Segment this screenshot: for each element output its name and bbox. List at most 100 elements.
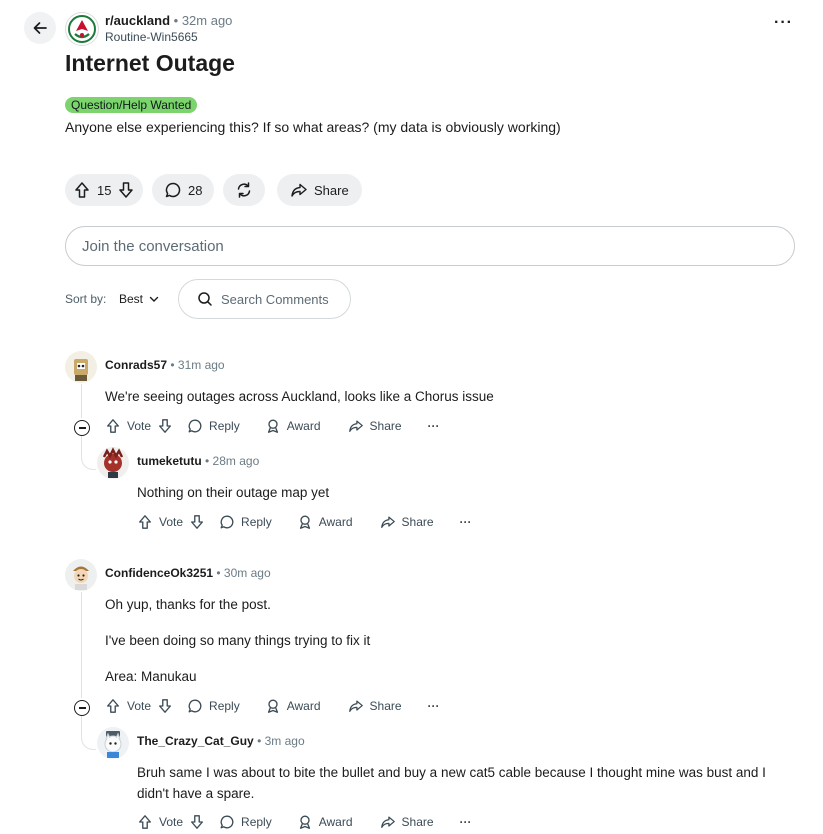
award-icon [297,814,313,830]
reply-button[interactable]: Reply [219,814,272,830]
thread-line [81,592,82,698]
avatar[interactable] [65,559,97,591]
share-button[interactable]: Share [348,418,402,434]
comment-author[interactable]: Conrads57 [105,358,167,372]
share-label: Share [369,699,402,713]
comment-actions: Vote Reply Award Share ··· [105,698,440,714]
upvote-icon[interactable] [105,698,121,714]
back-button[interactable] [24,12,56,44]
award-button[interactable]: Award [297,514,353,530]
thread-branch [81,455,96,470]
comment-meta: Conrads57 • 31m ago [105,358,225,372]
vote-label: Vote [159,815,184,829]
post-time: • 32m ago [173,13,233,28]
comment-count: 28 [188,182,203,198]
share-label: Share [401,515,434,529]
upvote-count: 15 [97,182,112,198]
downvote-icon[interactable] [189,814,205,830]
share-icon [380,814,396,830]
search-placeholder: Search Comments [221,291,329,307]
share-button[interactable]: Share [380,514,434,530]
reply-button[interactable]: Reply [219,514,272,530]
post-meta: r/auckland • 32m ago [105,13,232,28]
upvote-icon[interactable] [73,181,91,199]
comment-text: I've been doing so many things trying to… [105,633,371,648]
award-button[interactable]: Award [297,814,353,830]
upvote-icon[interactable] [137,814,153,830]
comment-actions: Vote Reply Award Share ··· [105,418,440,434]
reply-label: Reply [241,815,272,829]
post-flair[interactable]: Question/Help Wanted [65,97,198,113]
more-icon[interactable]: ··· [428,419,440,433]
comment-author[interactable]: tumeketutu [137,454,202,468]
award-button[interactable]: Award [265,698,321,714]
more-icon[interactable]: ··· [428,699,440,713]
more-icon: ··· [774,14,793,31]
downvote-icon[interactable] [157,698,173,714]
search-comments-input[interactable]: Search Comments [178,279,351,319]
comment-author[interactable]: ConfidenceOk3251 [105,566,213,580]
post-author[interactable]: Routine-Win5665 [105,30,198,44]
vote-control: Vote [105,698,173,714]
avatar[interactable] [65,351,97,383]
reply-label: Reply [209,699,240,713]
comment-meta: The_Crazy_Cat_Guy • 3m ago [137,734,305,748]
share-button[interactable]: Share [277,174,362,206]
comment-time: • 30m ago [216,566,271,580]
avatar[interactable] [97,727,129,759]
reply-button[interactable]: Reply [187,698,240,714]
comment-meta: ConfidenceOk3251 • 30m ago [105,566,271,580]
downvote-icon[interactable] [117,181,135,199]
share-button[interactable]: Share [348,698,402,714]
sort-value: Best [119,292,144,306]
vote-label: Vote [159,515,184,529]
comment-author[interactable]: The_Crazy_Cat_Guy [137,734,254,748]
more-options-button[interactable]: ··· [774,14,793,32]
reply-icon [219,514,235,530]
thread-branch [81,735,96,750]
more-icon[interactable]: ··· [460,515,472,529]
share-icon [348,418,364,434]
collapse-icon[interactable] [74,420,90,436]
comments-button[interactable]: 28 [152,174,215,206]
reply-label: Reply [209,419,240,433]
subreddit-icon[interactable] [65,12,99,46]
more-icon[interactable]: ··· [460,815,472,829]
search-icon [197,291,213,307]
reply-button[interactable]: Reply [187,418,240,434]
reply-label: Reply [241,515,272,529]
award-button[interactable]: Award [265,418,321,434]
comment-actions: Vote Reply Award Share ··· [137,814,472,830]
reply-icon [219,814,235,830]
crosspost-button[interactable] [223,174,265,206]
share-label: Share [369,419,402,433]
comment-time: • 28m ago [205,454,260,468]
award-icon [297,514,313,530]
collapse-icon[interactable] [74,700,90,716]
comment-text: Nothing on their outage map yet [137,485,330,500]
downvote-icon[interactable] [189,514,205,530]
award-label: Award [318,815,353,829]
comment-text: Bruh same I was about to bite the bullet… [137,765,766,780]
award-label: Award [286,699,321,713]
comment-text: We're seeing outages across Auckland, lo… [105,389,494,404]
reply-icon [187,698,203,714]
upvote-icon[interactable] [105,418,121,434]
vote-control: Vote [137,514,205,530]
vote-label: Vote [127,699,152,713]
post-body: Anyone else experiencing this? If so wha… [65,119,561,135]
sort-dropdown[interactable]: Best [119,292,159,306]
comment-text: didn't have a spare. [137,786,255,801]
join-conversation-input[interactable]: Join the conversation [65,226,795,266]
award-label: Award [286,419,321,433]
comment-time: • 31m ago [170,358,225,372]
subreddit-name[interactable]: r/auckland [105,13,170,28]
downvote-icon[interactable] [157,418,173,434]
post-vote-pill: 15 [65,174,144,206]
award-icon [265,698,281,714]
back-arrow-icon [32,20,48,36]
share-button[interactable]: Share [380,814,434,830]
vote-control: Vote [105,418,173,434]
upvote-icon[interactable] [137,514,153,530]
avatar[interactable] [97,447,129,479]
